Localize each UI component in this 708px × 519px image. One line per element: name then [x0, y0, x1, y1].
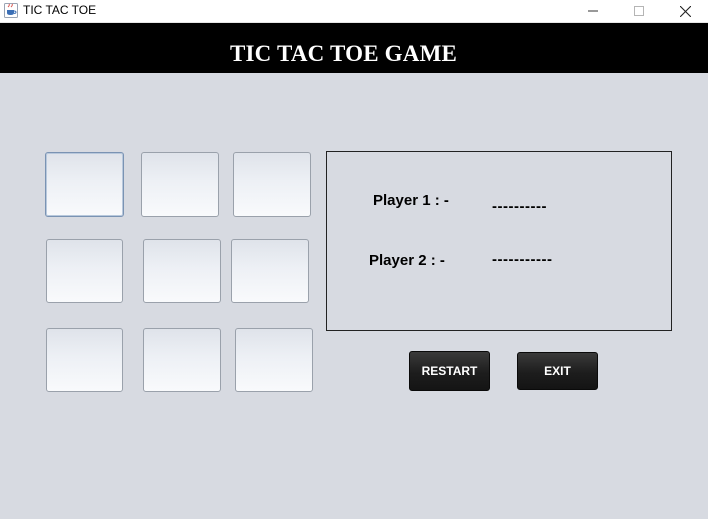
exit-button[interactable]: EXIT — [517, 352, 598, 390]
board-cell-7[interactable] — [46, 328, 123, 392]
board-cell-8[interactable] — [143, 328, 221, 392]
close-icon — [679, 5, 691, 17]
window-title: TIC TAC TOE — [23, 3, 97, 17]
maximize-icon — [634, 6, 644, 16]
player2-label: Player 2 : - — [369, 252, 445, 269]
player-info-panel: Player 1 : - ---------- Player 2 : - ---… — [326, 151, 672, 331]
board-cell-2[interactable] — [141, 152, 219, 217]
page-title: TIC TAC TOE GAME — [229, 41, 458, 66]
maximize-button[interactable] — [616, 0, 662, 22]
java-cup-icon — [4, 3, 18, 18]
board-cell-6[interactable] — [231, 239, 309, 303]
board-cell-9[interactable] — [235, 328, 313, 392]
player1-name-value: ---------- — [492, 198, 547, 215]
board-cell-3[interactable] — [233, 152, 311, 217]
header-banner: TIC TAC TOE GAME — [0, 23, 708, 73]
title-bar[interactable]: TIC TAC TOE — [0, 0, 708, 23]
app-window: TIC TAC TOE TIC TAC TOE GAME Player 1: … — [0, 0, 708, 519]
board-cell-1[interactable] — [45, 152, 124, 217]
board-cell-5[interactable] — [143, 239, 221, 303]
restart-button[interactable]: RESTART — [409, 351, 490, 391]
player2-name-value: ----------- — [492, 251, 553, 268]
board-cell-4[interactable] — [46, 239, 123, 303]
minimize-icon — [588, 10, 598, 12]
minimize-button[interactable] — [570, 0, 616, 22]
close-button[interactable] — [662, 0, 708, 22]
player1-label: Player 1 : - — [373, 192, 449, 209]
